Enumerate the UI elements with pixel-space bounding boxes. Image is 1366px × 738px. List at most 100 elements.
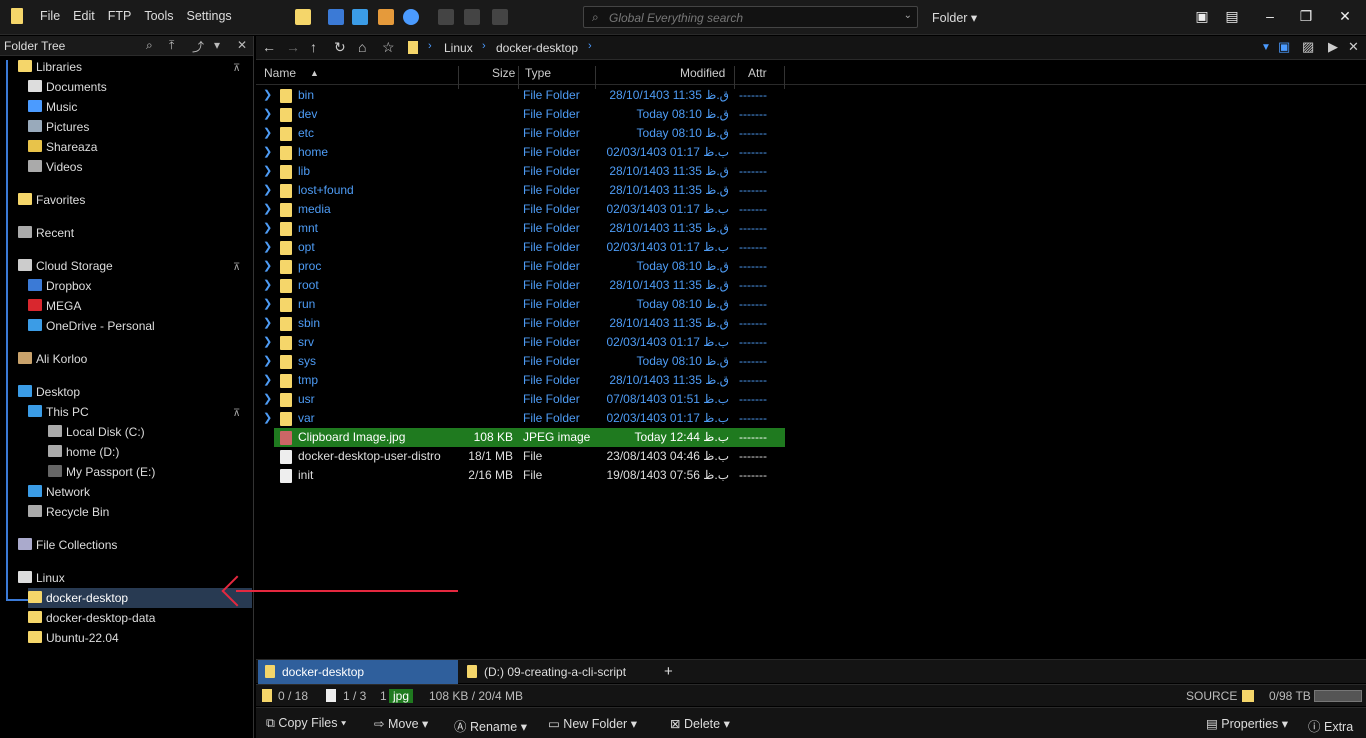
file-row[interactable]: ❯ run File Folder Today 08:10 ق.ظ -------	[258, 295, 785, 314]
file-row[interactable]: ❯ sbin File Folder 28/10/1403 11:35 ق.ظ ----…	[258, 314, 785, 333]
file-row[interactable]: ❯ bin File Folder 28/10/1403 11:35 ق.ظ -----…	[258, 86, 785, 105]
upload-icon[interactable]	[403, 9, 419, 25]
file-row[interactable]: ❯ dev File Folder Today 08:10 ق.ظ -------	[258, 105, 785, 124]
tree-item[interactable]: Cloud Storage	[18, 256, 234, 276]
close-icon[interactable]: ✕	[1348, 39, 1359, 55]
rename-button[interactable]: Ⓐ Rename ▾	[454, 716, 527, 735]
back-icon[interactable]: ←	[262, 39, 276, 55]
tree-item[interactable]: OneDrive - Personal	[28, 316, 234, 336]
sync-icon[interactable]	[328, 9, 344, 25]
close-icon[interactable]: ✕	[237, 38, 247, 52]
tree-item[interactable]: home (D:)	[48, 442, 234, 462]
file-row[interactable]: ❯ sys File Folder Today 08:10 ق.ظ -------	[258, 352, 785, 371]
layout2-icon[interactable]	[464, 9, 480, 25]
chevron-down-icon[interactable]: ▾	[214, 38, 220, 52]
expand-chevron-icon[interactable]: ❯	[263, 333, 272, 352]
new-tab-button[interactable]: +	[658, 660, 682, 684]
file-row[interactable]: ❯ mnt File Folder 28/10/1403 11:35 ق.ظ -----…	[258, 219, 785, 238]
minimize-button[interactable]: –	[1260, 8, 1280, 24]
expand-chevron-icon[interactable]: ❯	[263, 143, 272, 162]
expand-chevron-icon[interactable]: ❯	[263, 238, 272, 257]
file-row[interactable]: ❯ home File Folder 02/03/1403 01:17 ب.ظ ----…	[258, 143, 785, 162]
tree-item[interactable]: Network	[28, 482, 234, 502]
tree-item[interactable]: Shareaza	[28, 137, 234, 157]
up-icon[interactable]: ↑	[310, 39, 317, 55]
tree-item[interactable]: Music	[28, 97, 234, 117]
breadcrumb-linux[interactable]: Linux	[444, 41, 473, 55]
menu-file[interactable]: File	[40, 9, 60, 23]
expand-chevron-icon[interactable]: ❯	[263, 162, 272, 181]
layout-icon[interactable]: ▣	[1192, 8, 1212, 25]
file-row[interactable]: ❯ root File Folder 28/10/1403 11:35 ق.ظ ----…	[258, 276, 785, 295]
tree-item[interactable]: Libraries	[18, 57, 234, 77]
breadcrumb-separator[interactable]: ›	[428, 40, 432, 52]
tree-item[interactable]: Ubuntu-22.04	[28, 628, 234, 648]
file-row[interactable]: ❯ tmp File Folder 28/10/1403 11:35 ق.ظ -----…	[258, 371, 785, 390]
file-row[interactable]: ❯ etc File Folder Today 08:10 ق.ظ -------	[258, 124, 785, 143]
tab-cli-script[interactable]: (D:) 09-creating-a-cli-script	[460, 660, 656, 684]
folder-view-icon[interactable]: ▣	[1278, 39, 1290, 55]
home-icon[interactable]: ⌂	[358, 39, 366, 55]
file-row[interactable]: ❯ proc File Folder Today 08:10 ق.ظ -------	[258, 257, 785, 276]
expand-chevron-icon[interactable]: ❯	[263, 371, 272, 390]
tree-item[interactable]: Ali Korloo	[18, 349, 234, 369]
restore-button[interactable]: ❐	[1296, 8, 1316, 25]
tree-item[interactable]: Documents	[28, 77, 234, 97]
column-attr[interactable]: Attr	[748, 66, 767, 80]
panel-icon[interactable]: ▤	[1222, 8, 1242, 25]
expand-chevron-icon[interactable]: ❯	[263, 390, 272, 409]
file-row[interactable]: ❯ srv File Folder 02/03/1403 01:17 ب.ظ -----…	[258, 333, 785, 352]
folder-icon[interactable]	[295, 9, 311, 25]
tree-item[interactable]: docker-desktop	[28, 588, 252, 608]
layout1-icon[interactable]	[438, 9, 454, 25]
expand-chevron-icon[interactable]: ❯	[263, 409, 272, 428]
search-icon[interactable]: ⌕	[146, 38, 153, 53]
file-row[interactable]: ❯ usr File Folder 07/08/1403 01:51 ب.ظ -----…	[258, 390, 785, 409]
file-row[interactable]: ❯ var File Folder 02/03/1403 01:17 ب.ظ -----…	[258, 409, 785, 428]
pin-icon[interactable]: ⊼	[233, 262, 240, 273]
chevron-down-icon[interactable]: ⌄	[904, 10, 912, 21]
file-row[interactable]: init 2/16 MB File 19/08/1403 07:56 ب.ظ -----…	[258, 466, 785, 485]
folder-dropdown[interactable]: Folder ▾	[932, 10, 977, 25]
menu-settings[interactable]: Settings	[187, 9, 232, 23]
play-icon[interactable]: ▶	[1328, 39, 1338, 55]
tree-item[interactable]: Local Disk (C:)	[48, 422, 234, 442]
expand-chevron-icon[interactable]: ❯	[263, 257, 272, 276]
refresh-icon[interactable]: ↻	[334, 39, 346, 56]
column-size[interactable]: Size	[492, 66, 515, 80]
tree-item[interactable]: Favorites	[18, 190, 234, 210]
pin-icon[interactable]: ⊼	[233, 63, 240, 74]
file-row[interactable]: ❯ lost+found File Folder 28/10/1403 11:35 ق…	[258, 181, 785, 200]
archive-icon[interactable]	[378, 9, 394, 25]
expand-chevron-icon[interactable]: ❯	[263, 86, 272, 105]
column-name[interactable]: Name	[264, 66, 296, 80]
tab-docker-desktop[interactable]: docker-desktop	[258, 660, 458, 684]
tree-item[interactable]: My Passport (E:)	[48, 462, 234, 482]
file-row[interactable]: docker-desktop-user-distro 18/1 MB File 23/…	[258, 447, 785, 466]
menu-tools[interactable]: Tools	[144, 9, 173, 23]
pin-icon[interactable]: ⊼	[233, 408, 240, 419]
file-row[interactable]: ❯ media File Folder 02/03/1403 01:17 ب.ظ ---…	[258, 200, 785, 219]
expand-chevron-icon[interactable]: ❯	[263, 314, 272, 333]
breadcrumb-separator[interactable]: ›	[482, 40, 486, 52]
expand-chevron-icon[interactable]: ❯	[263, 200, 272, 219]
expand-chevron-icon[interactable]: ❯	[263, 181, 272, 200]
tree-item[interactable]: Dropbox	[28, 276, 234, 296]
delete-button[interactable]: ⊠ Delete ▾	[670, 716, 730, 731]
tree-item[interactable]: Pictures	[28, 117, 234, 137]
favorite-star-icon[interactable]: ☆	[382, 39, 395, 56]
properties-button[interactable]: ▤ Properties ▾	[1206, 716, 1288, 731]
image-preview-icon[interactable]: ▨	[1302, 39, 1314, 55]
file-row[interactable]: Clipboard Image.jpg 108 KB JPEG image Today…	[274, 428, 785, 447]
expand-chevron-icon[interactable]: ❯	[263, 219, 272, 238]
chevron-down-icon[interactable]: ▼	[1261, 42, 1271, 53]
file-row[interactable]: ❯ opt File Folder 02/03/1403 01:17 ب.ظ -----…	[258, 238, 785, 257]
tree-item[interactable]: Recent	[18, 223, 234, 243]
column-type[interactable]: Type	[525, 66, 551, 80]
tree-item[interactable]: This PC	[28, 402, 234, 422]
new-folder-button[interactable]: ▭ New Folder ▾	[548, 716, 637, 731]
graduation-icon[interactable]	[352, 9, 368, 25]
menu-ftp[interactable]: FTP	[108, 9, 132, 23]
global-search-input[interactable]: ⌕ Global Everything search ⌄	[583, 6, 918, 28]
expand-chevron-icon[interactable]: ❯	[263, 276, 272, 295]
